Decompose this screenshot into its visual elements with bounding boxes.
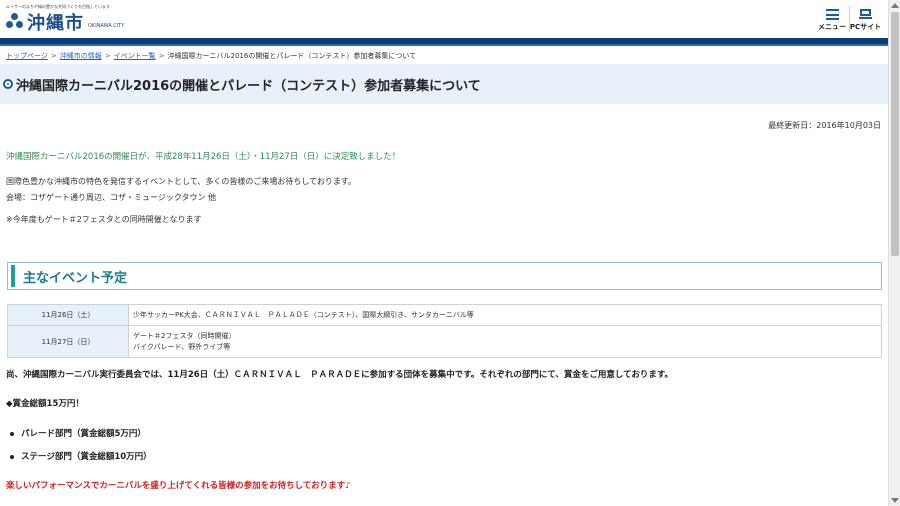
- page-title: 沖縄国際カーニバル2016の開催とパレード（コンテスト）参加者募集について: [16, 78, 481, 94]
- table-row: 11月27日（日） ゲート＃2フェスタ（同時開催） バイクパレード、野外ライブ等: [7, 325, 882, 358]
- scroll-down-arrow-icon[interactable]: [891, 498, 899, 503]
- header-navbar: [0, 38, 888, 46]
- event-content: 少年サッカーPK大会、ＣＡＲＮＩＶＡＬ ＰＡＬＡＤＥ（コンテスト）、国際大綱引き…: [128, 304, 882, 326]
- event-line: バイクパレード、野外ライブ等: [133, 342, 231, 351]
- event-line: 少年サッカーPK大会、ＣＡＲＮＩＶＡＬ ＰＡＬＡＤＥ（コンテスト）、国際大綱引き…: [133, 310, 474, 319]
- breadcrumb-link-city-info[interactable]: 沖縄市の情報: [60, 52, 102, 60]
- logo-name: 沖縄市: [27, 13, 84, 34]
- logo-english: OKINAWA CITY: [88, 22, 125, 29]
- section-heading: 主なイベント予定: [7, 262, 882, 290]
- breadcrumb-link-events[interactable]: イベント一覧: [114, 52, 156, 60]
- event-content: ゲート＃2フェスタ（同時開催） バイクパレード、野外ライブ等: [128, 325, 882, 358]
- list-item: ステージ部門（賞金総額10万円）: [10, 450, 152, 462]
- list-item: パレード部門（賞金総額5万円）: [10, 427, 146, 439]
- last-updated: 最終更新日：2016年10月03日: [768, 121, 881, 130]
- site-header: エイサーのまちや緑の豊かな共同づくりを目指しています 沖縄市 OKINAWA C…: [0, 0, 888, 38]
- scrollbar-thumb[interactable]: [891, 12, 899, 256]
- menu-button-label: メニュー: [818, 23, 846, 31]
- hamburger-icon: [825, 9, 839, 20]
- bullet-icon: [10, 454, 14, 459]
- recruit-text: 尚、沖縄国際カーニバル実行委員会では、11月26日（土）ＣＡＲＮＩＶＡＬ ＰＡＲ…: [6, 370, 674, 380]
- pc-site-button-label: PCサイト: [849, 23, 882, 31]
- venue-text: 会場：コザゲート通り周辺、コザ・ミュージックタウン 他: [6, 193, 217, 202]
- site-logo[interactable]: 沖縄市 OKINAWA CITY: [6, 11, 125, 34]
- monitor-icon: [859, 9, 872, 20]
- breadcrumb-separator: >: [104, 52, 111, 60]
- pc-site-button[interactable]: PCサイト: [849, 6, 881, 32]
- breadcrumb-separator: >: [50, 52, 57, 60]
- event-line: ゲート＃2フェスタ（同時開催）: [133, 331, 236, 340]
- table-row: 11月26日（土） 少年サッカーPK大会、ＣＡＲＮＩＶＡＬ ＰＡＬＡＤＥ（コンテ…: [7, 304, 882, 326]
- title-bar: 沖縄国際カーニバル2016の開催とパレード（コンテスト）参加者募集について: [0, 64, 888, 104]
- breadcrumb-current: 沖縄国際カーニバル2016の開催とパレード（コンテスト）参加者募集について: [167, 52, 417, 60]
- city-emblem-icon: [6, 13, 24, 31]
- breadcrumb: トップページ > 沖縄市の情報 > イベント一覧 > 沖縄国際カーニバル2016の開催とパレ…: [6, 51, 416, 61]
- lead-announcement: 沖縄国際カーニバル2016の開催日が、平成28年11月26日（土）・11月27日…: [6, 152, 401, 162]
- event-date: 11月26日（土）: [7, 304, 129, 326]
- vertical-scrollbar[interactable]: [888, 0, 900, 506]
- title-bullet-icon: [3, 79, 13, 89]
- page: エイサーのまちや緑の豊かな共同づくりを目指しています 沖縄市 OKINAWA C…: [0, 0, 888, 506]
- event-date: 11月27日（日）: [7, 325, 129, 358]
- event-schedule-table: 11月26日（土） 少年サッカーPK大会、ＣＡＲＮＩＶＡＬ ＰＡＬＡＤＥ（コンテ…: [7, 304, 882, 358]
- menu-button[interactable]: メニュー: [816, 6, 848, 32]
- breadcrumb-link-top[interactable]: トップページ: [6, 52, 48, 60]
- bullet-icon: [10, 431, 14, 436]
- heading-accent-bar: [11, 265, 15, 287]
- closing-message: 楽しいパフォーマンスでカーニバルを盛り上げてくれる皆様の参加をお待ちしております…: [6, 481, 351, 491]
- section-heading-text: 主なイベント予定: [23, 270, 128, 286]
- prize-item-label: パレード部門（賞金総額5万円）: [21, 429, 146, 439]
- prize-item-label: ステージ部門（賞金総額10万円）: [21, 452, 152, 462]
- breadcrumb-separator: >: [158, 52, 165, 60]
- intro-paragraph: 国際色豊かな沖縄市の特色を発信するイベントとして、多くの皆様のご来場お待ちしてお…: [6, 177, 357, 186]
- prize-total: ◆賞金総額15万円！: [6, 399, 84, 409]
- scroll-up-arrow-icon[interactable]: [891, 3, 899, 8]
- joint-event-note: ※今年度もゲート＃2フェスタとの同時開催となります: [6, 215, 202, 224]
